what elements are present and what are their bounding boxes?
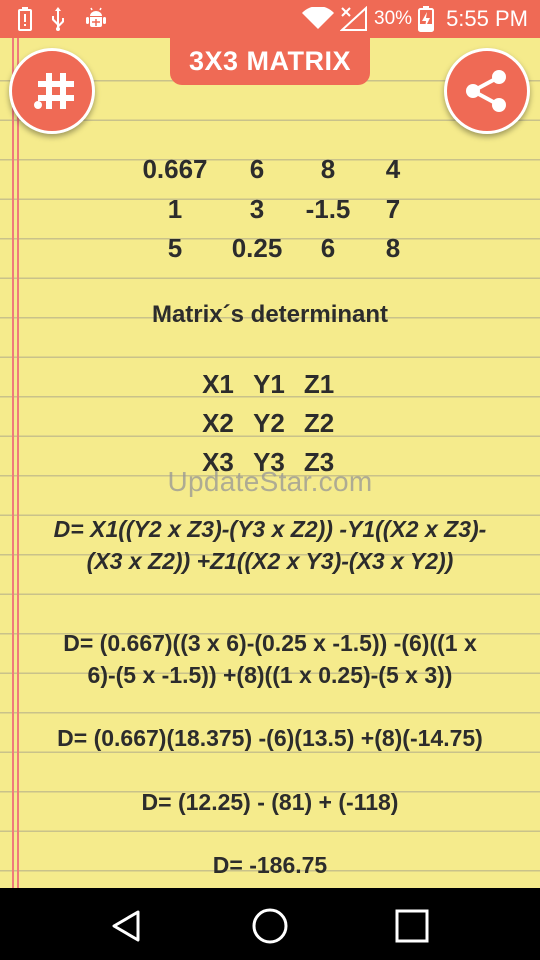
navigation-bar (0, 888, 540, 960)
matrix-cell: 4 (385, 154, 401, 184)
android-debug-icon (86, 7, 106, 27)
recents-icon (395, 909, 429, 943)
status-left-icons (18, 7, 108, 31)
calculation-step-2: D= (0.667)(18.375) -(6)(13.5) +(8)(-14.7… (57, 725, 483, 751)
home-icon (252, 908, 288, 944)
clock: 5:55 PM (446, 6, 528, 31)
substitution-line-1: D= (0.667)((3 x 6)-(0.25 x -1.5)) -(6)((… (63, 630, 477, 656)
variable-label: Z2 (303, 408, 335, 438)
battery-charging-icon (418, 6, 435, 32)
back-icon (112, 910, 140, 942)
substitution-line-2: 6)-(5 x -1.5)) +(8)((1 x 0.25)-(5 x 3)) (87, 662, 453, 688)
calculation-step-3: D= (12.25) - (81) + (-118) (141, 789, 399, 815)
matrix-cell: 8 (385, 233, 401, 263)
back-button[interactable] (106, 906, 146, 946)
app-title: 3X3 MATRIX (170, 38, 370, 85)
matrix-cell: 1 (167, 194, 183, 224)
formula-line-1: D= X1((Y2 x Z3)-(Y3 x Z2)) -Y1((X2 x Z3)… (53, 516, 487, 542)
margin-line-right (17, 38, 19, 888)
usb-icon (52, 7, 64, 31)
share-icon (466, 70, 506, 112)
signal-icon (340, 6, 368, 31)
margin-line-left (12, 38, 14, 888)
determinant-heading: Matrix´s determinant (151, 301, 389, 328)
status-right-icons: 30% 5:55 PM (302, 4, 528, 34)
matrix-cell: 7 (385, 194, 401, 224)
hash-icon (34, 73, 74, 109)
battery-percent: 30% (374, 8, 413, 29)
share-button[interactable] (444, 48, 530, 134)
wifi-icon (302, 7, 335, 29)
home-button[interactable] (250, 906, 290, 946)
recents-button[interactable] (392, 906, 432, 946)
hash-button[interactable] (9, 48, 95, 134)
determinant-result: D= -186.75 (212, 852, 328, 878)
watermark: UpdateStar.com (167, 466, 373, 497)
battery-alert-icon (18, 7, 32, 31)
variable-label: Z1 (303, 369, 335, 399)
status-bar: 30% 5:55 PM (0, 0, 540, 38)
formula-line-2: (X3 x Z2)) +Z1((X2 x Y3)-(X3 x Y2)) (86, 548, 454, 574)
matrix-cell: 5 (167, 233, 183, 263)
matrix-cell: 0.667 (142, 154, 208, 184)
